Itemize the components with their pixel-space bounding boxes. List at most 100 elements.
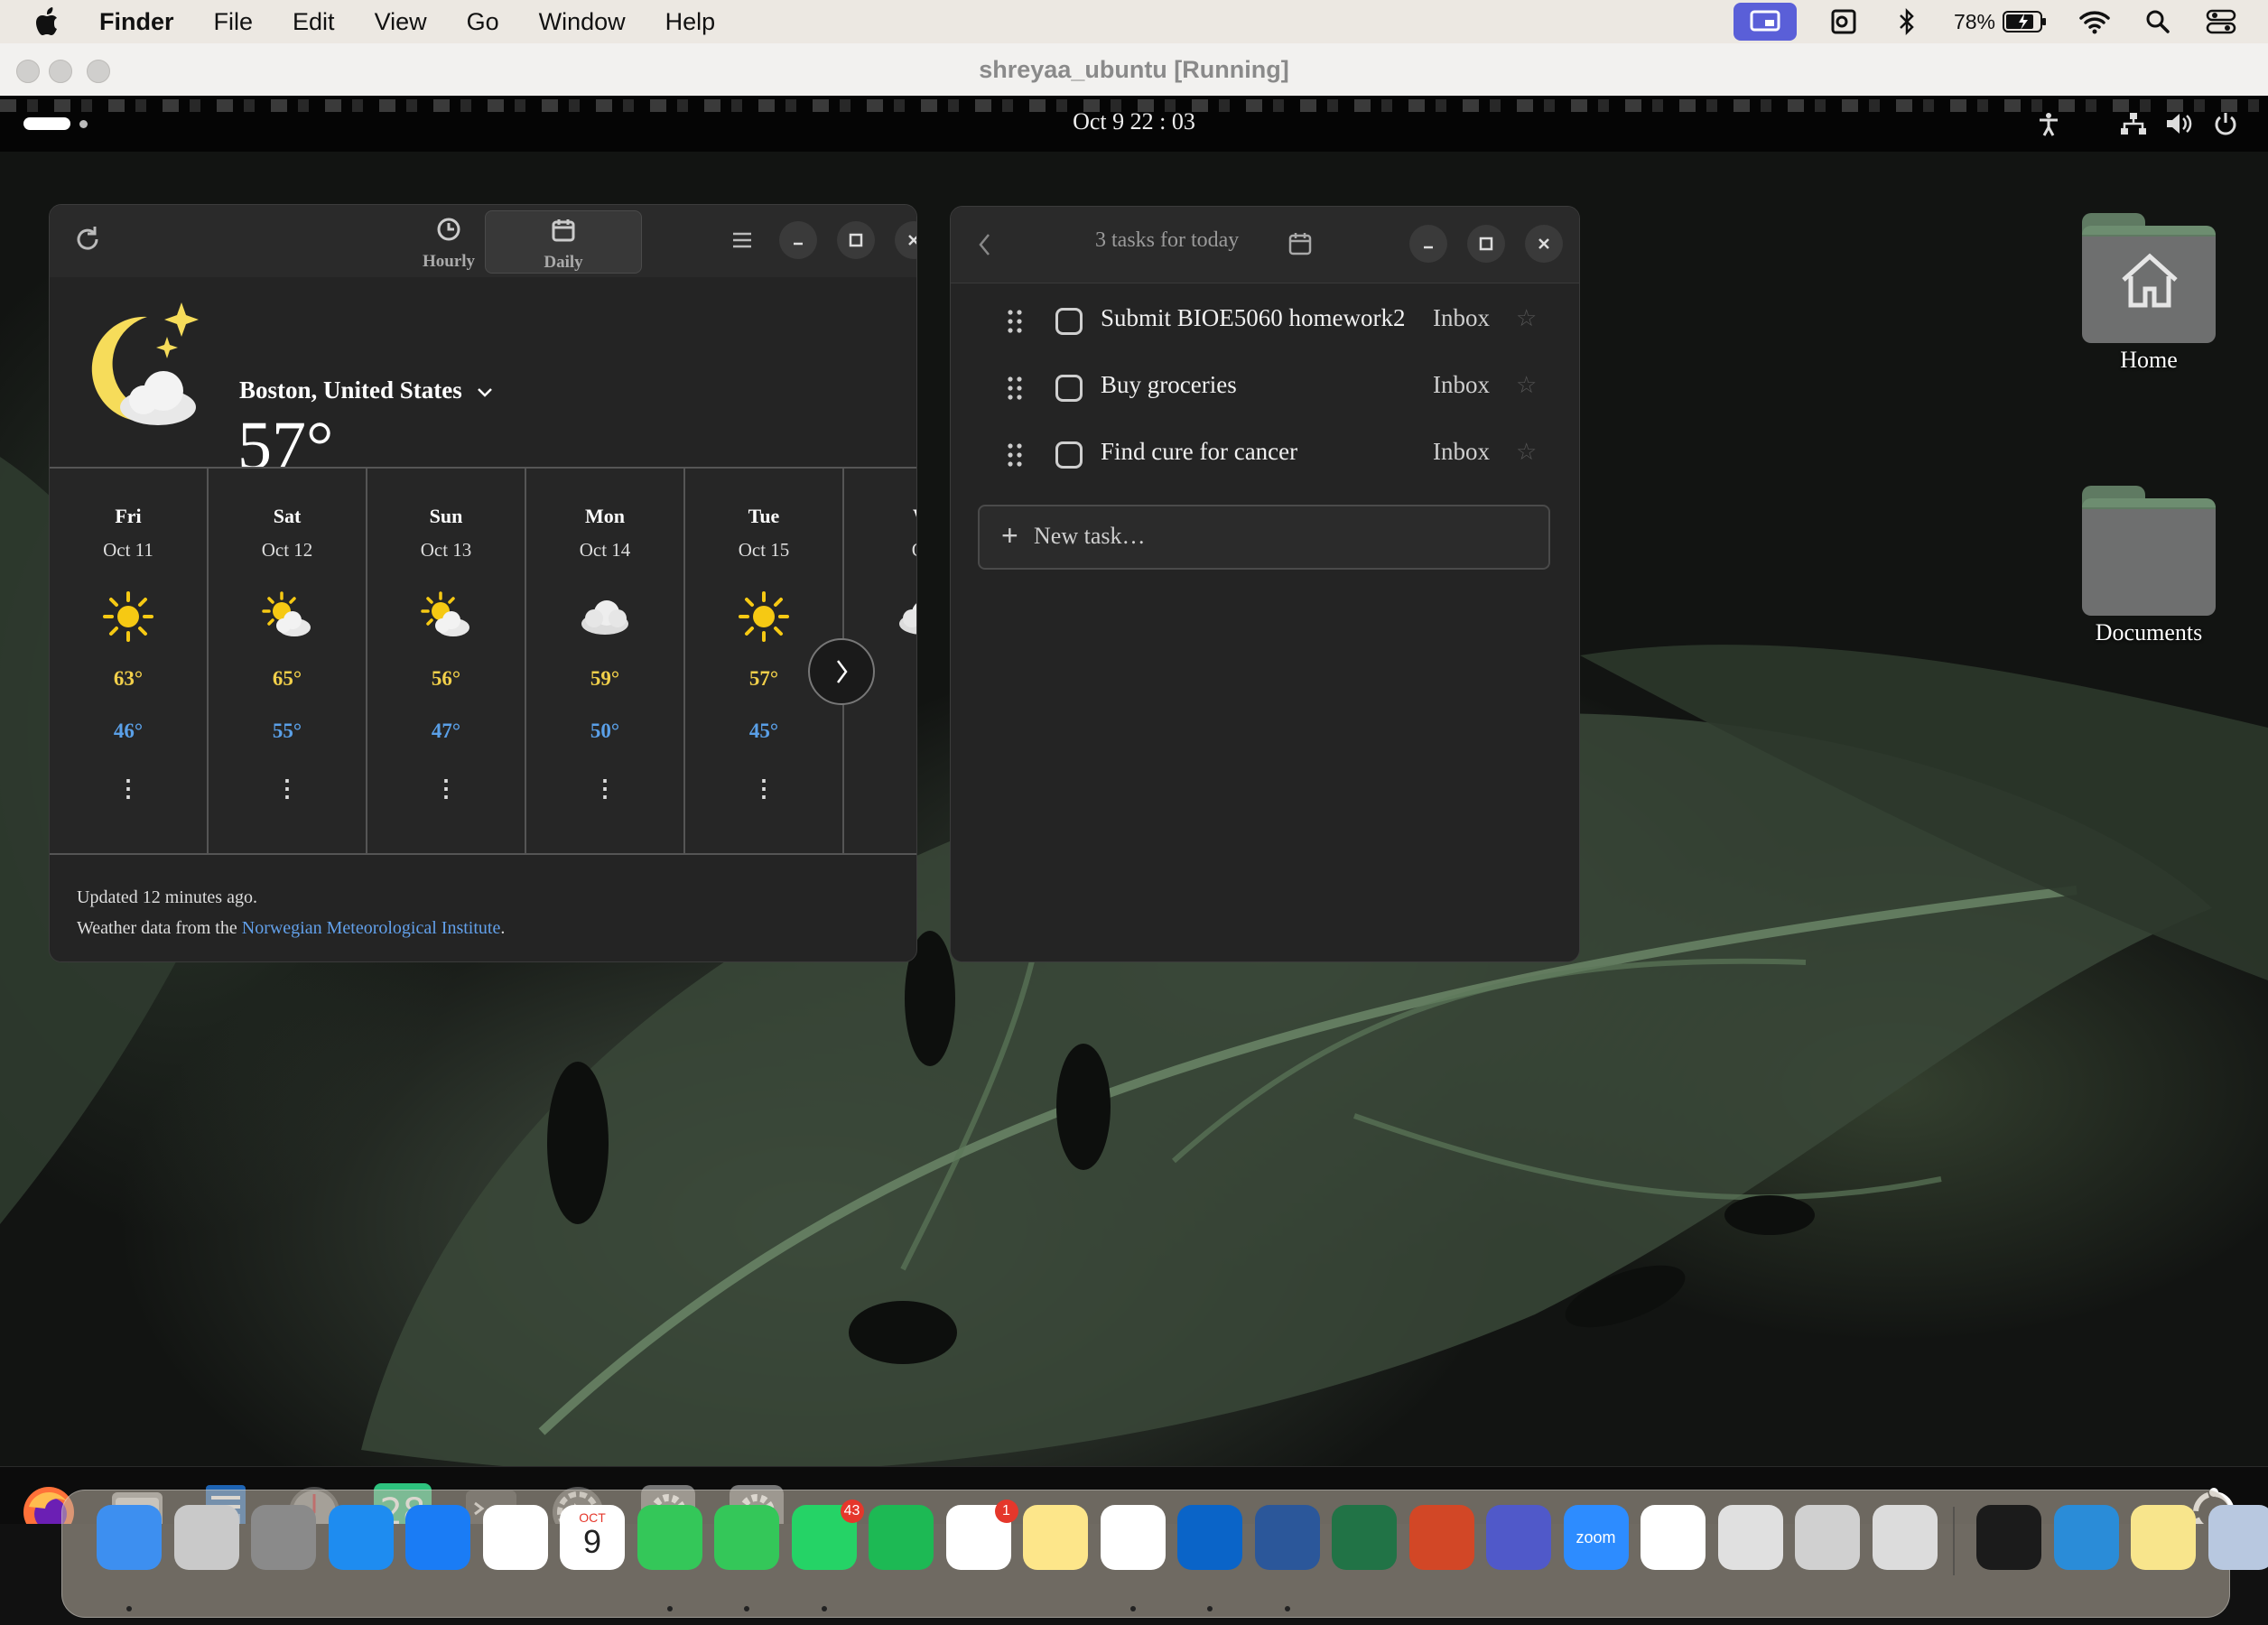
back-icon[interactable] bbox=[976, 230, 994, 259]
weather-minimize-button[interactable] bbox=[779, 221, 817, 259]
outlook-menubar-icon[interactable] bbox=[1827, 7, 1860, 36]
wifi-icon[interactable] bbox=[2078, 7, 2111, 36]
more-options-button[interactable]: ⋮ bbox=[209, 775, 366, 803]
stickies-icon[interactable] bbox=[2131, 1505, 2196, 1570]
app-store-icon[interactable] bbox=[405, 1505, 470, 1570]
menu-go[interactable]: Go bbox=[467, 8, 499, 36]
volume-icon[interactable] bbox=[2163, 110, 2194, 137]
battery-status[interactable]: 78% bbox=[1954, 10, 2048, 34]
more-options-button[interactable]: ⋮ bbox=[526, 775, 683, 803]
tasks-maximize-button[interactable] bbox=[1467, 225, 1505, 263]
close-icon bbox=[1538, 238, 1549, 249]
weather-close-button[interactable] bbox=[895, 221, 916, 259]
macos-dock: OCT 9 43 1 zoom bbox=[61, 1490, 2268, 1618]
chrome-icon[interactable] bbox=[1100, 1505, 1166, 1570]
ubuntu-desktop: Oct 9 22 : 03 Hourly Daily Boston, Unite… bbox=[0, 96, 2268, 1524]
whatsapp-icon[interactable]: 43 bbox=[791, 1500, 864, 1570]
menu-help[interactable]: Help bbox=[665, 8, 716, 36]
task-title[interactable]: Find cure for cancer bbox=[1101, 438, 1297, 466]
forecast-day[interactable]: Sun Oct 13 56° 47° ⋮ bbox=[367, 469, 526, 853]
forecast-day[interactable]: Sat Oct 12 65° 55° ⋮ bbox=[209, 469, 367, 853]
star-icon[interactable]: ☆ bbox=[1516, 304, 1537, 332]
messages-icon[interactable] bbox=[714, 1505, 779, 1570]
forecast-next-button[interactable] bbox=[808, 638, 875, 705]
refresh-icon[interactable] bbox=[71, 223, 104, 255]
zoom-icon[interactable]: zoom bbox=[1563, 1505, 1629, 1570]
more-options-button[interactable]: ⋮ bbox=[685, 775, 842, 803]
teams-icon[interactable] bbox=[1486, 1505, 1551, 1570]
star-icon[interactable]: ☆ bbox=[1516, 438, 1537, 466]
calendar-icon bbox=[552, 219, 575, 242]
more-options-button[interactable]: ⋮ bbox=[367, 775, 525, 803]
menu-window[interactable]: Window bbox=[539, 8, 626, 36]
battery-percent: 78% bbox=[1953, 9, 1995, 33]
met-institute-link[interactable]: Norwegian Meteorological Institute bbox=[242, 918, 501, 938]
powerpoint-icon[interactable] bbox=[1408, 1505, 1474, 1570]
finder-icon[interactable] bbox=[97, 1505, 162, 1570]
apple-menu-icon[interactable] bbox=[34, 6, 61, 37]
notes-icon[interactable] bbox=[1023, 1505, 1088, 1570]
matlab-icon[interactable] bbox=[1717, 1505, 1783, 1570]
daily-forecast[interactable]: Fri Oct 11 63° 46° ⋮ Sat Oct 12 65° 55° ⋮ Sun Oct 1… bbox=[50, 467, 916, 855]
virtualbox-icon[interactable] bbox=[2208, 1505, 2268, 1570]
power-icon[interactable] bbox=[2210, 110, 2241, 137]
facetime-icon[interactable] bbox=[637, 1505, 702, 1570]
forecast-day[interactable]: Mon Oct 14 59° 50° ⋮ bbox=[526, 469, 685, 853]
inkscape-icon[interactable] bbox=[1641, 1505, 1706, 1570]
control-center-icon[interactable] bbox=[2205, 7, 2237, 36]
system-settings-icon[interactable] bbox=[251, 1505, 316, 1570]
star-icon[interactable]: ☆ bbox=[1516, 371, 1537, 399]
word-icon[interactable] bbox=[1254, 1505, 1320, 1570]
zoom-label: zoom bbox=[1576, 1528, 1616, 1546]
new-task-input[interactable]: + New task… bbox=[978, 505, 1550, 570]
drag-handle-icon[interactable] bbox=[1005, 441, 1025, 469]
network-icon[interactable] bbox=[2118, 110, 2149, 137]
more-options-button[interactable]: ⋮ bbox=[50, 775, 207, 803]
desktop-icon-documents[interactable]: Documents bbox=[2068, 486, 2230, 646]
battery-icon bbox=[2003, 11, 2046, 32]
vscode-icon[interactable] bbox=[2053, 1505, 2119, 1570]
task-row[interactable]: Submit BIOE5060 homework2 Inbox ☆ bbox=[951, 286, 1579, 353]
location-selector[interactable]: Boston, United States bbox=[239, 376, 494, 404]
task-title[interactable]: Buy groceries bbox=[1101, 371, 1237, 399]
task-row[interactable]: Find cure for cancer Inbox ☆ bbox=[951, 420, 1579, 487]
screen-mirroring-icon[interactable] bbox=[1733, 3, 1797, 41]
reminders-icon[interactable]: 1 bbox=[945, 1500, 1018, 1570]
main-menu-icon[interactable] bbox=[729, 227, 756, 254]
tab-daily[interactable]: Daily bbox=[485, 210, 642, 274]
task-checkbox[interactable] bbox=[1055, 441, 1083, 469]
launchpad-icon[interactable] bbox=[173, 1505, 239, 1570]
desktop-icon-home[interactable]: Home bbox=[2068, 213, 2230, 374]
task-title[interactable]: Submit BIOE5060 homework2 bbox=[1101, 304, 1406, 332]
photos-icon[interactable] bbox=[482, 1505, 548, 1570]
drag-handle-icon[interactable] bbox=[1005, 308, 1025, 335]
bluetooth-icon[interactable] bbox=[1891, 7, 1923, 36]
high-temperature: 63° bbox=[113, 667, 144, 690]
task-checkbox[interactable] bbox=[1055, 375, 1083, 402]
spotify-icon[interactable] bbox=[869, 1505, 934, 1570]
spotlight-search-icon[interactable] bbox=[2142, 7, 2174, 36]
weather-maximize-button[interactable] bbox=[837, 221, 875, 259]
accessibility-icon[interactable] bbox=[2033, 110, 2064, 137]
excel-icon[interactable] bbox=[1332, 1505, 1397, 1570]
terminal-icon[interactable] bbox=[1976, 1505, 2041, 1570]
menu-edit[interactable]: Edit bbox=[293, 8, 335, 36]
app-name-menu[interactable]: Finder bbox=[99, 8, 174, 36]
safari-icon[interactable] bbox=[328, 1505, 394, 1570]
task-row[interactable]: Buy groceries Inbox ☆ bbox=[951, 353, 1579, 420]
menu-view[interactable]: View bbox=[375, 8, 427, 36]
tasks-minimize-button[interactable] bbox=[1409, 225, 1447, 263]
outlook-icon[interactable] bbox=[1177, 1505, 1242, 1570]
calendar-icon[interactable]: OCT 9 bbox=[560, 1505, 625, 1570]
forecast-day[interactable]: Fri Oct 11 63° 46° ⋮ bbox=[50, 469, 209, 853]
ltspice-icon[interactable] bbox=[1795, 1505, 1860, 1570]
calendar-icon[interactable] bbox=[1287, 230, 1314, 257]
menu-file[interactable]: File bbox=[214, 8, 254, 36]
dock-separator bbox=[1953, 1507, 1955, 1575]
running-indicator bbox=[1129, 1606, 1136, 1611]
drag-handle-icon[interactable] bbox=[1005, 375, 1025, 402]
tasks-close-button[interactable] bbox=[1525, 225, 1563, 263]
date-time-clock[interactable]: Oct 9 22 : 03 bbox=[0, 108, 2268, 135]
task-checkbox[interactable] bbox=[1055, 308, 1083, 335]
xquartz-icon[interactable] bbox=[1872, 1505, 1938, 1570]
